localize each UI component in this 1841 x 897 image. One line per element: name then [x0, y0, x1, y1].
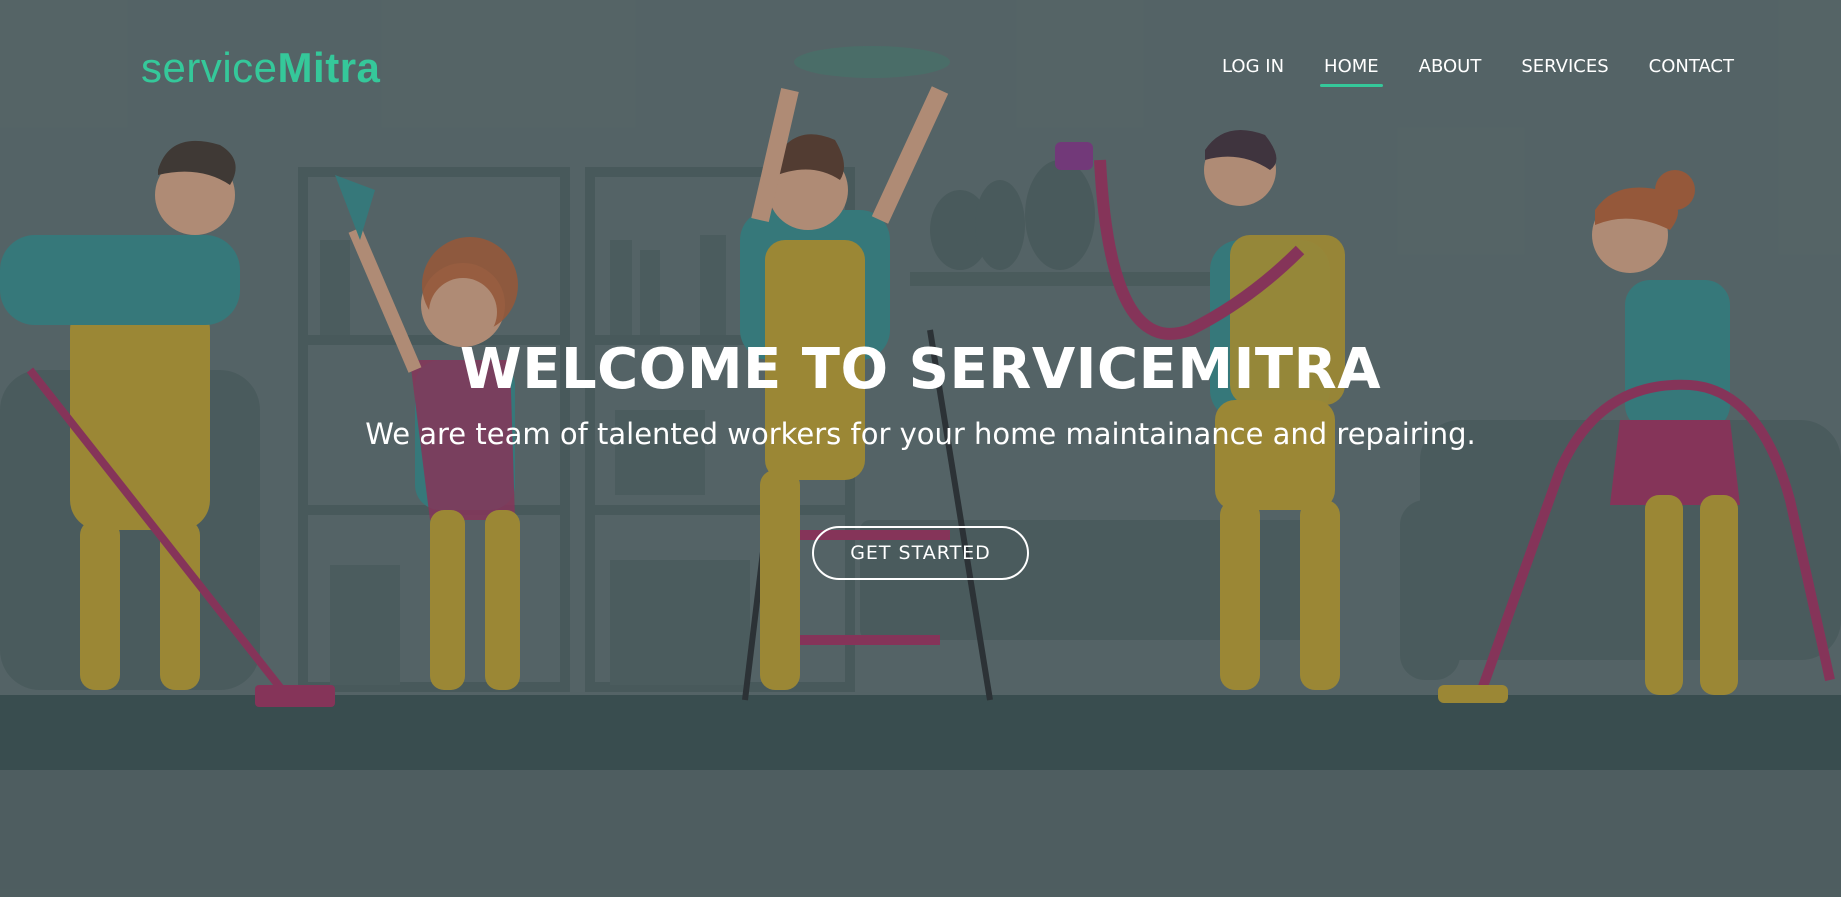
hero-content: WELCOME TO SERVICEMITRA We are team of t…	[0, 330, 1841, 580]
nav-item-contact[interactable]: CONTACT	[1649, 56, 1734, 87]
hero-subtitle: We are team of talented workers for your…	[365, 417, 1476, 451]
nav-item-log-in[interactable]: LOG IN	[1222, 56, 1284, 87]
brand-logo[interactable]: serviceMitra	[141, 44, 380, 92]
logo-bold-text: Mitra	[277, 44, 381, 91]
get-started-button[interactable]: GET STARTED	[812, 526, 1029, 580]
logo-light-text: service	[141, 44, 278, 91]
nav-item-about[interactable]: ABOUT	[1419, 56, 1482, 87]
nav-item-services[interactable]: SERVICES	[1521, 56, 1608, 87]
main-nav: LOG IN HOME ABOUT SERVICES CONTACT	[1182, 56, 1734, 87]
nav-item-home[interactable]: HOME	[1320, 56, 1383, 87]
site-header: serviceMitra LOG IN HOME ABOUT SERVICES …	[0, 0, 1841, 140]
hero-section: serviceMitra LOG IN HOME ABOUT SERVICES …	[0, 0, 1841, 897]
hero-title: WELCOME TO SERVICEMITRA	[459, 337, 1382, 402]
